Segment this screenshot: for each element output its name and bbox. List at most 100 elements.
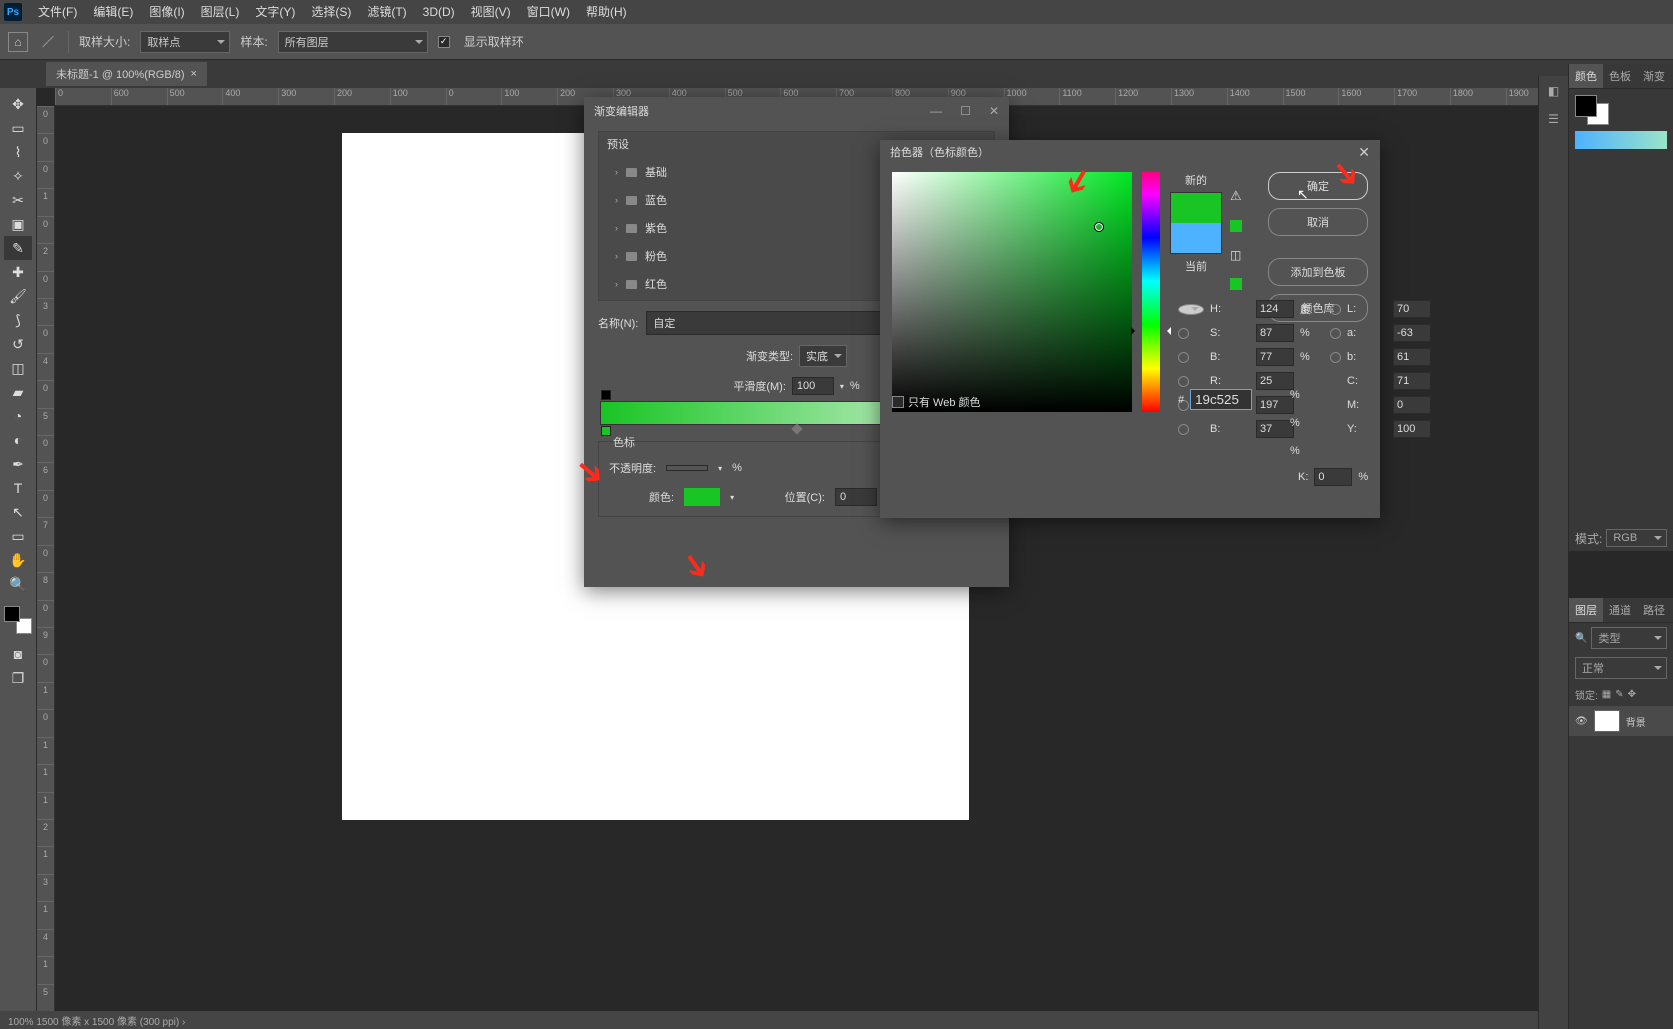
opacity-stop[interactable] <box>601 390 611 400</box>
labb-input[interactable] <box>1393 348 1431 366</box>
dodge-tool-icon[interactable]: ◐ <box>4 428 32 452</box>
menu-item[interactable]: 编辑(E) <box>85 0 141 24</box>
midpoint-handle[interactable] <box>791 423 802 434</box>
smoothness-input[interactable]: 100 <box>792 377 834 395</box>
saturation-value-field[interactable] <box>892 172 1132 412</box>
stamp-tool-icon[interactable]: ⟆ <box>4 308 32 332</box>
close-icon[interactable]: × <box>191 68 197 80</box>
radio-b2[interactable] <box>1178 424 1189 435</box>
mode-select[interactable]: RGB <box>1606 529 1667 547</box>
screenmode-icon[interactable]: ❐ <box>4 666 32 690</box>
gamut-warning-icon[interactable]: ⚠ <box>1230 188 1242 204</box>
lasso-tool-icon[interactable]: ⌇ <box>4 140 32 164</box>
b2-input[interactable] <box>1256 420 1294 438</box>
home-icon[interactable]: ⌂ <box>8 32 28 52</box>
hex-input[interactable] <box>1190 389 1252 410</box>
a-input[interactable] <box>1393 324 1431 342</box>
minimize-icon[interactable]: — <box>930 104 942 118</box>
k-input[interactable] <box>1314 468 1352 486</box>
heal-tool-icon[interactable]: ✚ <box>4 260 32 284</box>
radio-l[interactable] <box>1330 304 1341 315</box>
radio-r[interactable] <box>1178 376 1189 387</box>
blur-tool-icon[interactable]: ◔ <box>4 404 32 428</box>
color-stop[interactable] <box>601 426 611 436</box>
eyedropper-tool-icon[interactable]: ✎ <box>4 236 32 260</box>
c-input[interactable] <box>1393 372 1431 390</box>
lock-pixels-icon[interactable]: ▦ <box>1602 689 1611 700</box>
shape-tool-icon[interactable]: ▭ <box>4 524 32 548</box>
menu-item[interactable]: 文件(F) <box>30 0 85 24</box>
radio-h[interactable] <box>1178 304 1204 315</box>
maximize-icon[interactable]: ☐ <box>960 104 971 118</box>
close-icon[interactable]: ✕ <box>1358 144 1370 161</box>
tab-layers[interactable]: 图层 <box>1569 598 1603 622</box>
radio-lab-b[interactable] <box>1330 352 1341 363</box>
menu-item[interactable]: 图层(L) <box>193 0 248 24</box>
foreground-background-swatch[interactable] <box>4 606 32 634</box>
tab-swatches[interactable]: 色板 <box>1603 64 1637 88</box>
hue-strip[interactable] <box>1575 131 1667 149</box>
menu-item[interactable]: 帮助(H) <box>578 0 635 24</box>
menu-item[interactable]: 文字(Y) <box>247 0 303 24</box>
type-tool-icon[interactable]: T <box>4 476 32 500</box>
history-brush-icon[interactable]: ↺ <box>4 332 32 356</box>
menu-item[interactable]: 选择(S) <box>303 0 359 24</box>
radio-a[interactable] <box>1330 328 1341 339</box>
tab-gradients[interactable]: 渐变 <box>1637 64 1671 88</box>
zoom-tool-icon[interactable]: 🔍 <box>4 572 32 596</box>
search-icon[interactable]: 🔍 <box>1575 633 1587 644</box>
layer-row[interactable]: 👁 背景 <box>1569 706 1673 736</box>
path-select-icon[interactable]: ↖ <box>4 500 32 524</box>
document-tab[interactable]: 未标题-1 @ 100%(RGB/8) × <box>46 62 207 86</box>
m-input[interactable] <box>1393 396 1431 414</box>
s-input[interactable] <box>1256 324 1294 342</box>
add-swatch-button[interactable]: 添加到色板 <box>1268 258 1368 286</box>
brush-tool-icon[interactable]: 🖌 <box>4 284 32 308</box>
quickmask-icon[interactable]: ◙ <box>4 642 32 666</box>
y-input[interactable] <box>1393 420 1431 438</box>
menu-item[interactable]: 滤镜(T) <box>359 0 414 24</box>
lock-brush-icon[interactable]: ✎ <box>1615 689 1623 700</box>
visibility-icon[interactable]: 👁 <box>1575 716 1588 727</box>
history-panel-icon[interactable]: ◧ <box>1548 84 1559 98</box>
sample-select[interactable]: 所有图层 <box>278 31 428 53</box>
menu-item[interactable]: 视图(V) <box>463 0 519 24</box>
blend-mode-select[interactable]: 正常 <box>1575 657 1667 679</box>
cancel-button[interactable]: 取消 <box>1268 208 1368 236</box>
tab-channels[interactable]: 通道 <box>1603 598 1637 622</box>
tool-preset-icon[interactable]: ／ <box>38 32 58 52</box>
close-icon[interactable]: ✕ <box>989 104 999 118</box>
h-input[interactable] <box>1256 300 1294 318</box>
tab-color[interactable]: 颜色 <box>1569 64 1603 88</box>
wand-tool-icon[interactable]: ✧ <box>4 164 32 188</box>
cube-icon[interactable]: ◫ <box>1230 248 1242 262</box>
hue-slider[interactable] <box>1142 172 1160 412</box>
r-input[interactable] <box>1256 372 1294 390</box>
g-input[interactable] <box>1256 396 1294 414</box>
sample-size-select[interactable]: 取样点 <box>140 31 230 53</box>
menu-item[interactable]: 窗口(W) <box>519 0 578 24</box>
hand-tool-icon[interactable]: ✋ <box>4 548 32 572</box>
frame-tool-icon[interactable]: ▣ <box>4 212 32 236</box>
show-ring-checkbox[interactable] <box>438 36 450 48</box>
gradient-type-select[interactable]: 实底 <box>799 345 847 367</box>
l-input[interactable] <box>1393 300 1431 318</box>
bval-input[interactable] <box>1256 348 1294 366</box>
web-only-checkbox[interactable] <box>892 396 904 408</box>
marquee-tool-icon[interactable]: ▭ <box>4 116 32 140</box>
lock-move-icon[interactable]: ✥ <box>1628 689 1636 700</box>
move-tool-icon[interactable]: ✥ <box>4 92 32 116</box>
crop-tool-icon[interactable]: ✂ <box>4 188 32 212</box>
gradient-tool-icon[interactable]: ▰ <box>4 380 32 404</box>
eraser-tool-icon[interactable]: ◫ <box>4 356 32 380</box>
pen-tool-icon[interactable]: ✒ <box>4 452 32 476</box>
properties-panel-icon[interactable]: ☰ <box>1548 112 1559 126</box>
websafe-swatch[interactable] <box>1230 278 1242 290</box>
menu-item[interactable]: 3D(D) <box>415 0 463 24</box>
radio-b[interactable] <box>1178 352 1189 363</box>
tab-paths[interactable]: 路径 <box>1637 598 1671 622</box>
position2-input[interactable]: 0 <box>835 488 877 506</box>
stop-color-swatch[interactable] <box>684 488 720 506</box>
gamut-swatch[interactable] <box>1230 220 1242 232</box>
layer-filter[interactable]: 类型 <box>1591 627 1667 649</box>
